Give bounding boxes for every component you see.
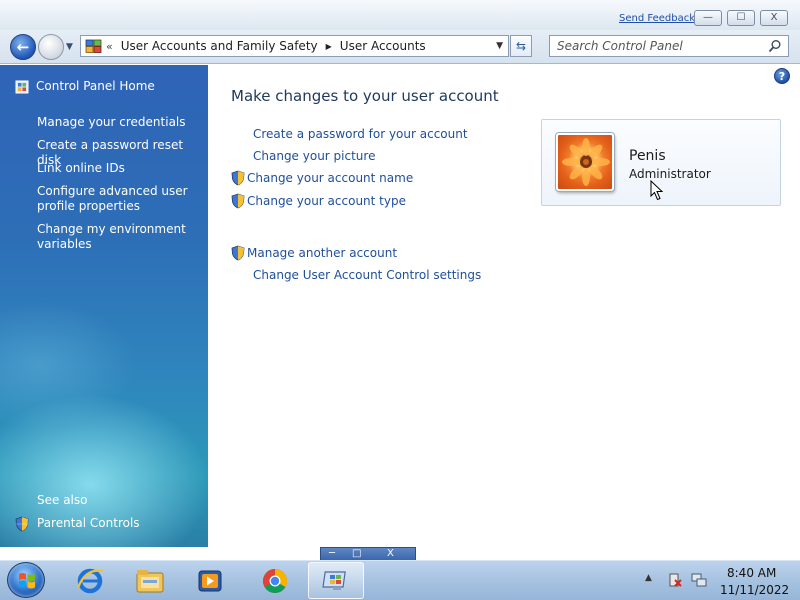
breadcrumb-user-accounts-and-family-safety[interactable]: User Accounts and Family Safety [121,39,318,53]
uac-shield-icon [231,170,245,186]
configure-advanced-profile-link[interactable]: Configure advanced user profile properti… [37,184,202,214]
back-arrow-icon: ← [16,38,30,56]
taskbar-windows-explorer[interactable] [122,562,178,599]
change-uac-settings-link[interactable]: Change User Account Control settings [253,268,481,282]
maximize-button[interactable]: ☐ [727,10,755,26]
taskbar-internet-explorer[interactable] [62,562,118,599]
help-icon: ? [778,69,786,83]
navigation-pane: Control Panel Home Manage your credentia… [0,65,208,547]
minimize-icon: — [703,12,713,23]
change-environment-variables-link[interactable]: Change my environment variables [37,222,202,252]
address-bar[interactable]: « User Accounts and Family Safety ▶ User… [80,35,509,57]
start-button[interactable] [7,562,45,598]
parental-controls-link[interactable]: Parental Controls [37,516,202,531]
control-panel-home-icon [15,80,29,94]
network-icon[interactable] [691,572,707,588]
manage-credentials-link[interactable]: Manage your credentials [37,115,202,130]
address-overflow[interactable]: « [106,40,113,53]
search-box[interactable] [549,35,789,57]
close-icon: X [770,12,778,23]
restore-close-icon[interactable]: X [387,548,394,560]
change-account-type-link[interactable]: Change your account type [247,194,406,208]
folder-icon [136,569,164,592]
manage-another-account-link[interactable]: Manage another account [247,246,397,260]
clock-date[interactable]: 11/11/2022 [720,583,789,597]
restore-minimize-icon[interactable]: ─ [329,548,335,560]
maximize-icon: ☐ [736,12,746,23]
flower-picture-icon [562,138,610,186]
back-button[interactable]: ← [10,34,36,60]
internet-explorer-icon [76,568,104,593]
taskbar-media-player[interactable] [182,562,238,599]
taskbar-control-panel[interactable] [308,562,364,599]
link-online-ids-link[interactable]: Link online IDs [37,161,202,176]
account-type: Administrator [629,167,711,181]
page-title: Make changes to your user account [231,87,499,105]
minimized-window-bar[interactable]: ─ □ X [320,547,416,561]
media-player-icon [198,570,222,591]
uac-shield-icon [231,193,245,209]
breadcrumb-user-accounts[interactable]: User Accounts [340,39,426,53]
mouse-cursor-icon [650,180,664,201]
windows-logo-icon [19,573,35,589]
breadcrumb-separator-icon[interactable]: ▶ [326,42,332,51]
account-name: Penis [629,148,666,164]
create-password-link[interactable]: Create a password for your account [253,127,468,141]
clock-time[interactable]: 8:40 AM [727,566,776,580]
taskbar-chrome[interactable] [247,562,303,599]
search-icon[interactable] [768,39,782,53]
restore-maximize-icon[interactable]: □ [352,548,361,560]
action-center-icon[interactable] [667,572,683,588]
uac-shield-icon [231,245,245,261]
change-account-name-link[interactable]: Change your account name [247,171,413,185]
recent-pages-dropdown-icon[interactable]: ▼ [66,42,73,52]
search-input[interactable] [557,39,757,53]
control-panel-icon [322,570,346,590]
forward-button[interactable] [38,34,64,60]
minimize-button[interactable]: — [694,10,722,26]
user-picture[interactable] [556,133,614,191]
refresh-button[interactable]: ⇆ [510,35,532,57]
control-panel-home-link[interactable]: Control Panel Home [36,79,201,94]
send-feedback-link[interactable]: Send Feedback [619,13,695,24]
see-also-heading: See also [37,493,88,507]
shield-icon [15,516,29,532]
refresh-icon: ⇆ [515,39,527,53]
change-picture-link[interactable]: Change your picture [253,149,375,163]
help-button[interactable]: ? [774,68,790,84]
chrome-icon [262,568,288,593]
control-panel-icon [85,39,102,53]
address-dropdown-icon[interactable]: ▼ [496,41,503,51]
close-button[interactable]: X [760,10,788,26]
show-hidden-icons-icon[interactable]: ▲ [645,573,652,583]
